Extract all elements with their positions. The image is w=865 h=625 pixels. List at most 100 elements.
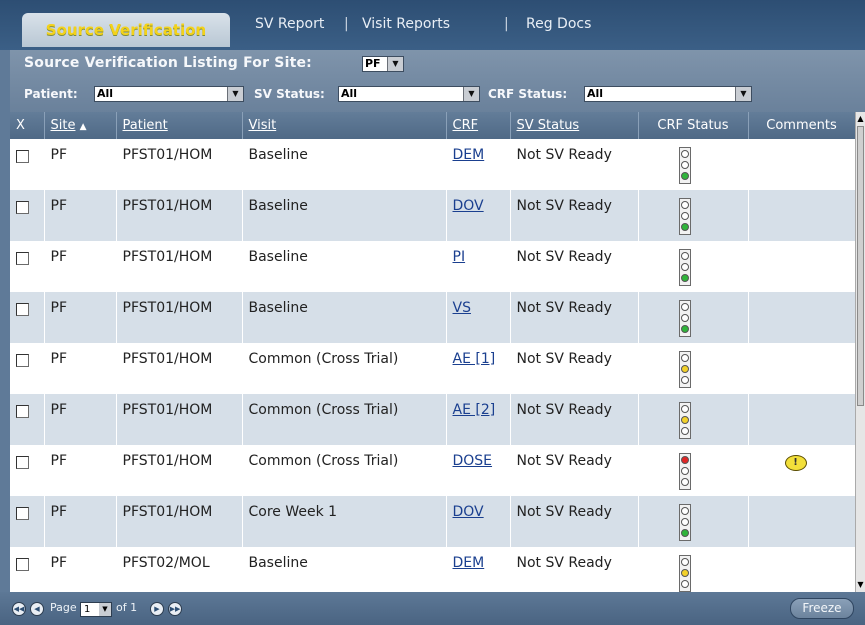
column-header-visit[interactable]: Visit [242, 112, 447, 139]
site-cell: PF [44, 343, 117, 394]
traffic-light-icon [678, 351, 691, 388]
chevron-down-icon: ▼ [227, 87, 243, 101]
row-checkbox[interactable] [16, 507, 29, 520]
column-header-site[interactable]: Site ▲ [44, 112, 117, 139]
tab-sv-report[interactable]: SV Report [255, 16, 324, 32]
crf-link[interactable]: DEM [453, 147, 485, 163]
tab-reg-docs[interactable]: Reg Docs [526, 16, 591, 32]
site-select[interactable]: PF ▼ [362, 56, 404, 72]
page-select-value: 1 [84, 604, 91, 615]
patient-select[interactable]: All ▼ [94, 86, 244, 102]
crf-link[interactable]: DOSE [453, 453, 493, 469]
sv-status-select[interactable]: All ▼ [338, 86, 480, 102]
site-cell: PF [44, 241, 117, 292]
select-cell [10, 292, 45, 343]
sv-status-cell: Not SV Ready [510, 241, 639, 292]
sv-status-cell: Not SV Ready [510, 496, 639, 547]
crf-link[interactable]: PI [453, 249, 466, 265]
table-row: PF PFST01/HOM Core Week 1 DOV Not SV Ready [10, 496, 855, 547]
crf-status-cell [638, 190, 749, 241]
column-header-sv-status-label: SV Status [516, 118, 580, 133]
tab-visit-reports[interactable]: Visit Reports [362, 16, 450, 32]
crf-cell: DEM [446, 139, 511, 190]
page-select[interactable]: 1 ▼ [80, 602, 112, 617]
vertical-scrollbar[interactable]: ▲ ▼ [855, 112, 865, 592]
visit-cell: Baseline [242, 190, 447, 241]
traffic-light-icon [678, 300, 691, 337]
tab-source-verification[interactable]: Source Verification [22, 13, 230, 47]
row-checkbox[interactable] [16, 456, 29, 469]
freeze-button[interactable]: Freeze [790, 598, 854, 619]
site-cell: PF [44, 139, 117, 190]
row-checkbox[interactable] [16, 354, 29, 367]
column-header-sv-status[interactable]: SV Status [510, 112, 639, 139]
visit-cell: Baseline [242, 547, 447, 592]
crf-link[interactable]: VS [453, 300, 471, 316]
patient-cell: PFST01/HOM [116, 394, 243, 445]
visit-cell: Common (Cross Trial) [242, 394, 447, 445]
row-checkbox[interactable] [16, 150, 29, 163]
select-cell [10, 445, 45, 496]
column-header-x: X [10, 112, 45, 139]
scroll-down-icon[interactable]: ▼ [856, 578, 865, 592]
sv-status-select-value: All [341, 87, 358, 100]
visit-cell: Baseline [242, 139, 447, 190]
table-row: PF PFST01/HOM Baseline PI Not SV Ready [10, 241, 855, 292]
row-checkbox[interactable] [16, 405, 29, 418]
crf-link[interactable]: DOV [453, 504, 484, 520]
patient-filter-label: Patient: [24, 87, 78, 101]
column-header-site-label: Site [50, 118, 76, 133]
next-page-icon[interactable]: ▶ [150, 602, 164, 616]
tab-separator: | [504, 16, 509, 32]
column-header-visit-label: Visit [248, 118, 277, 133]
site-cell: PF [44, 292, 117, 343]
patient-cell: PFST02/MOL [116, 547, 243, 592]
traffic-light-icon [678, 198, 691, 235]
sv-status-filter-label: SV Status: [254, 87, 325, 101]
patient-cell: PFST01/HOM [116, 190, 243, 241]
patient-select-value: All [97, 87, 114, 100]
row-checkbox[interactable] [16, 303, 29, 316]
select-cell [10, 139, 45, 190]
row-checkbox[interactable] [16, 252, 29, 265]
row-checkbox[interactable] [16, 558, 29, 571]
comment-alert-icon[interactable]: ! [784, 455, 807, 471]
scrollbar-thumb[interactable] [857, 126, 864, 406]
site-cell: PF [44, 496, 117, 547]
column-header-patient-label: Patient [122, 118, 168, 133]
table-row: PF PFST02/MOL Baseline DEM Not SV Ready [10, 547, 855, 592]
crf-status-select[interactable]: All ▼ [584, 86, 752, 102]
sort-ascending-icon: ▲ [79, 122, 87, 132]
comments-cell [748, 139, 855, 190]
crf-status-cell [638, 445, 749, 496]
crf-link[interactable]: AE [1] [453, 351, 496, 367]
column-header-patient[interactable]: Patient [116, 112, 243, 139]
crf-link[interactable]: DEM [453, 555, 485, 571]
row-checkbox[interactable] [16, 201, 29, 214]
first-page-icon[interactable]: ◀◀ [12, 602, 26, 616]
last-page-icon[interactable]: ▶▶ [168, 602, 182, 616]
table-header-row: X Site ▲ Patient Visit CRF SV Status CRF… [10, 112, 855, 139]
select-cell [10, 343, 45, 394]
traffic-light-icon [678, 147, 691, 184]
crf-status-cell [638, 394, 749, 445]
sv-status-cell: Not SV Ready [510, 394, 639, 445]
crf-link[interactable]: AE [2] [453, 402, 496, 418]
crf-cell: DEM [446, 547, 511, 592]
comments-cell [748, 394, 855, 445]
table-row: PF PFST01/HOM Baseline DEM Not SV Ready [10, 139, 855, 190]
comments-cell [748, 292, 855, 343]
column-header-crf[interactable]: CRF [446, 112, 511, 139]
traffic-light-icon [678, 249, 691, 286]
comments-cell [748, 343, 855, 394]
crf-link[interactable]: DOV [453, 198, 484, 214]
traffic-light-icon [678, 453, 691, 490]
crf-status-cell [638, 241, 749, 292]
previous-page-icon[interactable]: ◀ [30, 602, 44, 616]
chevron-down-icon: ▼ [735, 87, 751, 101]
crf-status-cell [638, 547, 749, 592]
visit-cell: Common (Cross Trial) [242, 343, 447, 394]
scroll-up-icon[interactable]: ▲ [856, 112, 865, 126]
crf-cell: DOV [446, 190, 511, 241]
visit-cell: Core Week 1 [242, 496, 447, 547]
